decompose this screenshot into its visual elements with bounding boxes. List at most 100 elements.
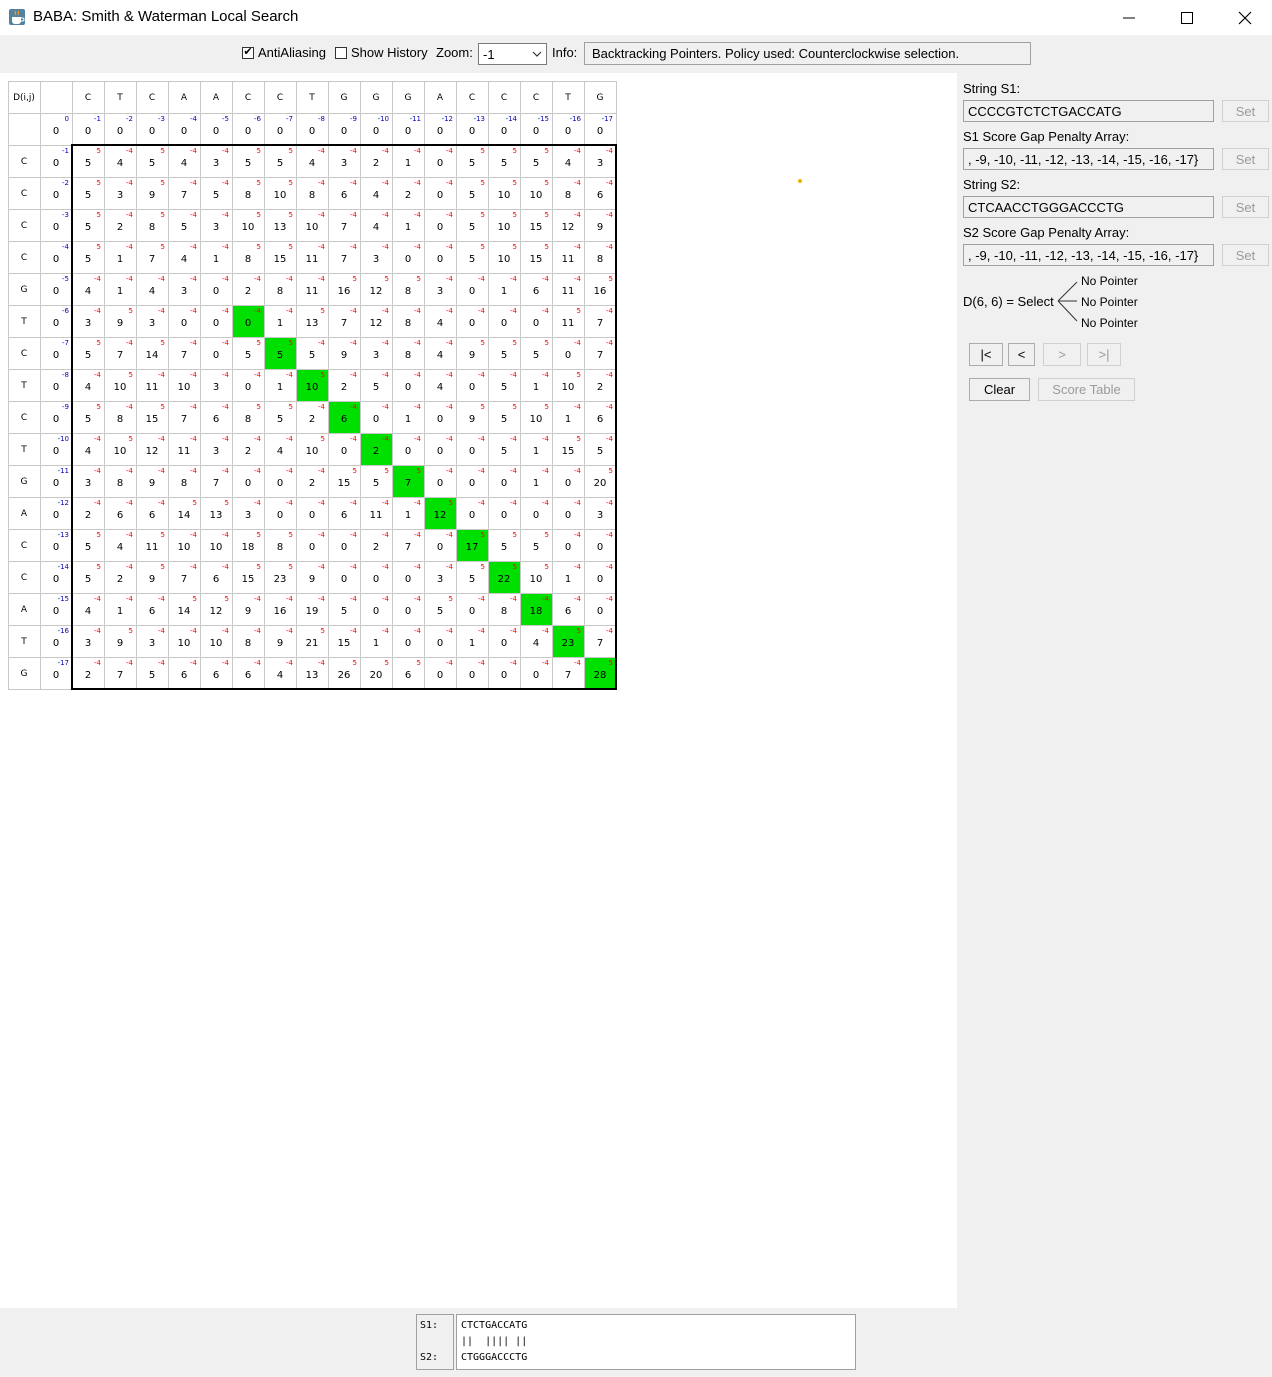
cell-value: 0 [437,542,443,553]
match-score: 5 [289,147,293,155]
match-score: -4 [94,659,102,667]
checkbox-checked-icon[interactable]: ✔ [242,46,254,59]
score-matrix[interactable]: D(i,j) C T C A A C C T G G G A C C C T G00-10-20-30-40-50… [0,73,957,1308]
cell-value: 4 [85,382,91,393]
zoom-select[interactable]: -1 [478,43,547,65]
cell-value: 8 [501,606,507,617]
cell-value: 11 [370,510,383,521]
cell-value: 0 [501,318,507,329]
cell-value: 4 [565,158,571,169]
match-score: 5 [97,403,101,411]
match-score: -4 [414,243,422,251]
s1-gap-input[interactable]: , -9, -10, -11, -12, -13, -14, -15, -16,… [963,148,1214,170]
cell-value: 3 [373,254,379,265]
cell-value: 6 [597,190,603,201]
s1-input[interactable]: CCCCGTCTCTGACCATG [963,100,1214,122]
cell-value: 1 [405,414,411,425]
cell-value: 0 [277,126,283,137]
minimize-button[interactable] [1100,0,1158,35]
s1-char: G [405,93,412,103]
close-button[interactable] [1216,0,1272,35]
next-step-button[interactable]: > [1043,343,1081,366]
cell-value: 5 [501,446,507,457]
select-bracket-icon [1057,281,1078,322]
s1-char: C [277,93,283,103]
match-score: 5 [545,339,549,347]
cell-value: 4 [117,542,123,553]
cell-value: 0 [565,126,571,137]
cell-value: 10 [306,446,319,457]
match-score: 5 [161,147,165,155]
cell-value: 0 [149,126,155,137]
s2-gap-set-button[interactable]: Set [1222,244,1269,266]
match-score: 5 [257,211,261,219]
match-score: -4 [222,467,230,475]
match-score: 5 [97,147,101,155]
show-history-checkbox[interactable]: Show History [335,45,428,60]
s1-set-button[interactable]: Set [1222,100,1269,122]
match-score: -4 [542,435,550,443]
cell-value: 9 [117,318,123,329]
checkbox-unchecked-icon[interactable] [335,46,347,59]
cell-value: 8 [245,414,251,425]
cell-value: 12 [370,286,383,297]
match-score: -4 [382,627,390,635]
cell-value: 0 [533,126,539,137]
match-score: -4 [190,403,198,411]
cell-value: 19 [306,606,319,617]
cell-value: 8 [149,222,155,233]
first-step-button[interactable]: |< [969,343,1003,366]
match-score: -4 [446,627,454,635]
match-score: -4 [478,307,486,315]
cell-value: 0 [565,350,571,361]
gap-penalty: -16 [570,115,582,123]
cell-value: 0 [437,254,443,265]
last-step-button[interactable]: >| [1087,343,1121,366]
cell-value: 0 [469,478,475,489]
gap-penalty: -12 [442,115,453,123]
cell-value: 10 [498,254,511,265]
cell-value: 5 [245,158,251,169]
match-score: -4 [478,659,486,667]
match-score: -4 [414,403,422,411]
cell-value: 9 [469,414,475,425]
match-score: -4 [318,211,326,219]
match-score: -4 [222,243,230,251]
cell-value: 1 [277,382,283,393]
cell-value: 0 [533,510,539,521]
match-score: -4 [222,659,230,667]
cell-value: 1 [405,222,411,233]
match-score: 5 [289,563,293,571]
control-panel: String S1: CCCCGTCTCTGACCATG Set S1 Scor… [798,73,1272,1308]
s1-gap-set-button[interactable]: Set [1222,148,1269,170]
previous-step-button[interactable]: < [1008,343,1035,366]
clear-button[interactable]: Clear [969,378,1030,401]
s2-set-button[interactable]: Set [1222,196,1269,218]
maximize-button[interactable] [1158,0,1216,35]
match-score: -4 [94,467,102,475]
match-score: -4 [158,659,166,667]
s2-input[interactable]: CTCAACCTGGGACCCTG [963,196,1214,218]
match-score: 5 [289,339,293,347]
cell-value: 10 [242,222,255,233]
match-score: -4 [510,467,518,475]
match-score: -4 [574,339,582,347]
match-score: 5 [417,467,421,475]
gap-penalty: -5 [222,115,229,123]
match-score: 5 [481,243,485,251]
cell-value: 2 [373,158,379,169]
antialiasing-checkbox[interactable]: ✔ AntiAliasing [242,45,326,60]
cell-value: 0 [501,670,507,681]
match-score: 5 [321,371,325,379]
match-score: -4 [350,499,358,507]
match-score: -4 [222,563,230,571]
cell-value: 12 [210,606,223,617]
match-score: 5 [385,275,389,283]
cell-value: 3 [597,158,603,169]
cell-value: 5 [469,158,475,169]
cell-value: 3 [85,478,91,489]
cell-value: 10 [498,190,511,201]
s2-gap-input[interactable]: , -9, -10, -11, -12, -13, -14, -15, -16,… [963,244,1214,266]
score-table-button[interactable]: Score Table [1038,378,1135,401]
cell-value: 15 [562,446,575,457]
